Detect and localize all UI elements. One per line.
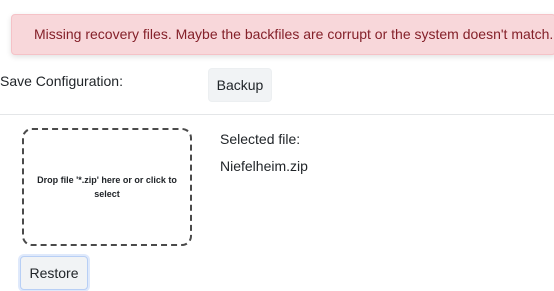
selected-file-name: Niefelheim.zip <box>220 158 308 174</box>
save-configuration-label: Save Configuration: <box>0 73 123 89</box>
file-dropzone[interactable]: Drop file '*.zip' here or or click to se… <box>22 128 192 246</box>
section-divider <box>0 114 554 115</box>
backup-restore-panel: Missing recovery files. Maybe the backfi… <box>0 0 554 291</box>
backup-button[interactable]: Backup <box>208 68 272 102</box>
selected-file-label: Selected file: <box>220 131 301 147</box>
dropzone-text: Drop file '*.zip' here or or click to se… <box>37 175 177 199</box>
error-alert: Missing recovery files. Maybe the backfi… <box>11 14 554 55</box>
error-alert-message: Missing recovery files. Maybe the backfi… <box>34 26 554 42</box>
restore-button[interactable]: Restore <box>20 256 88 290</box>
